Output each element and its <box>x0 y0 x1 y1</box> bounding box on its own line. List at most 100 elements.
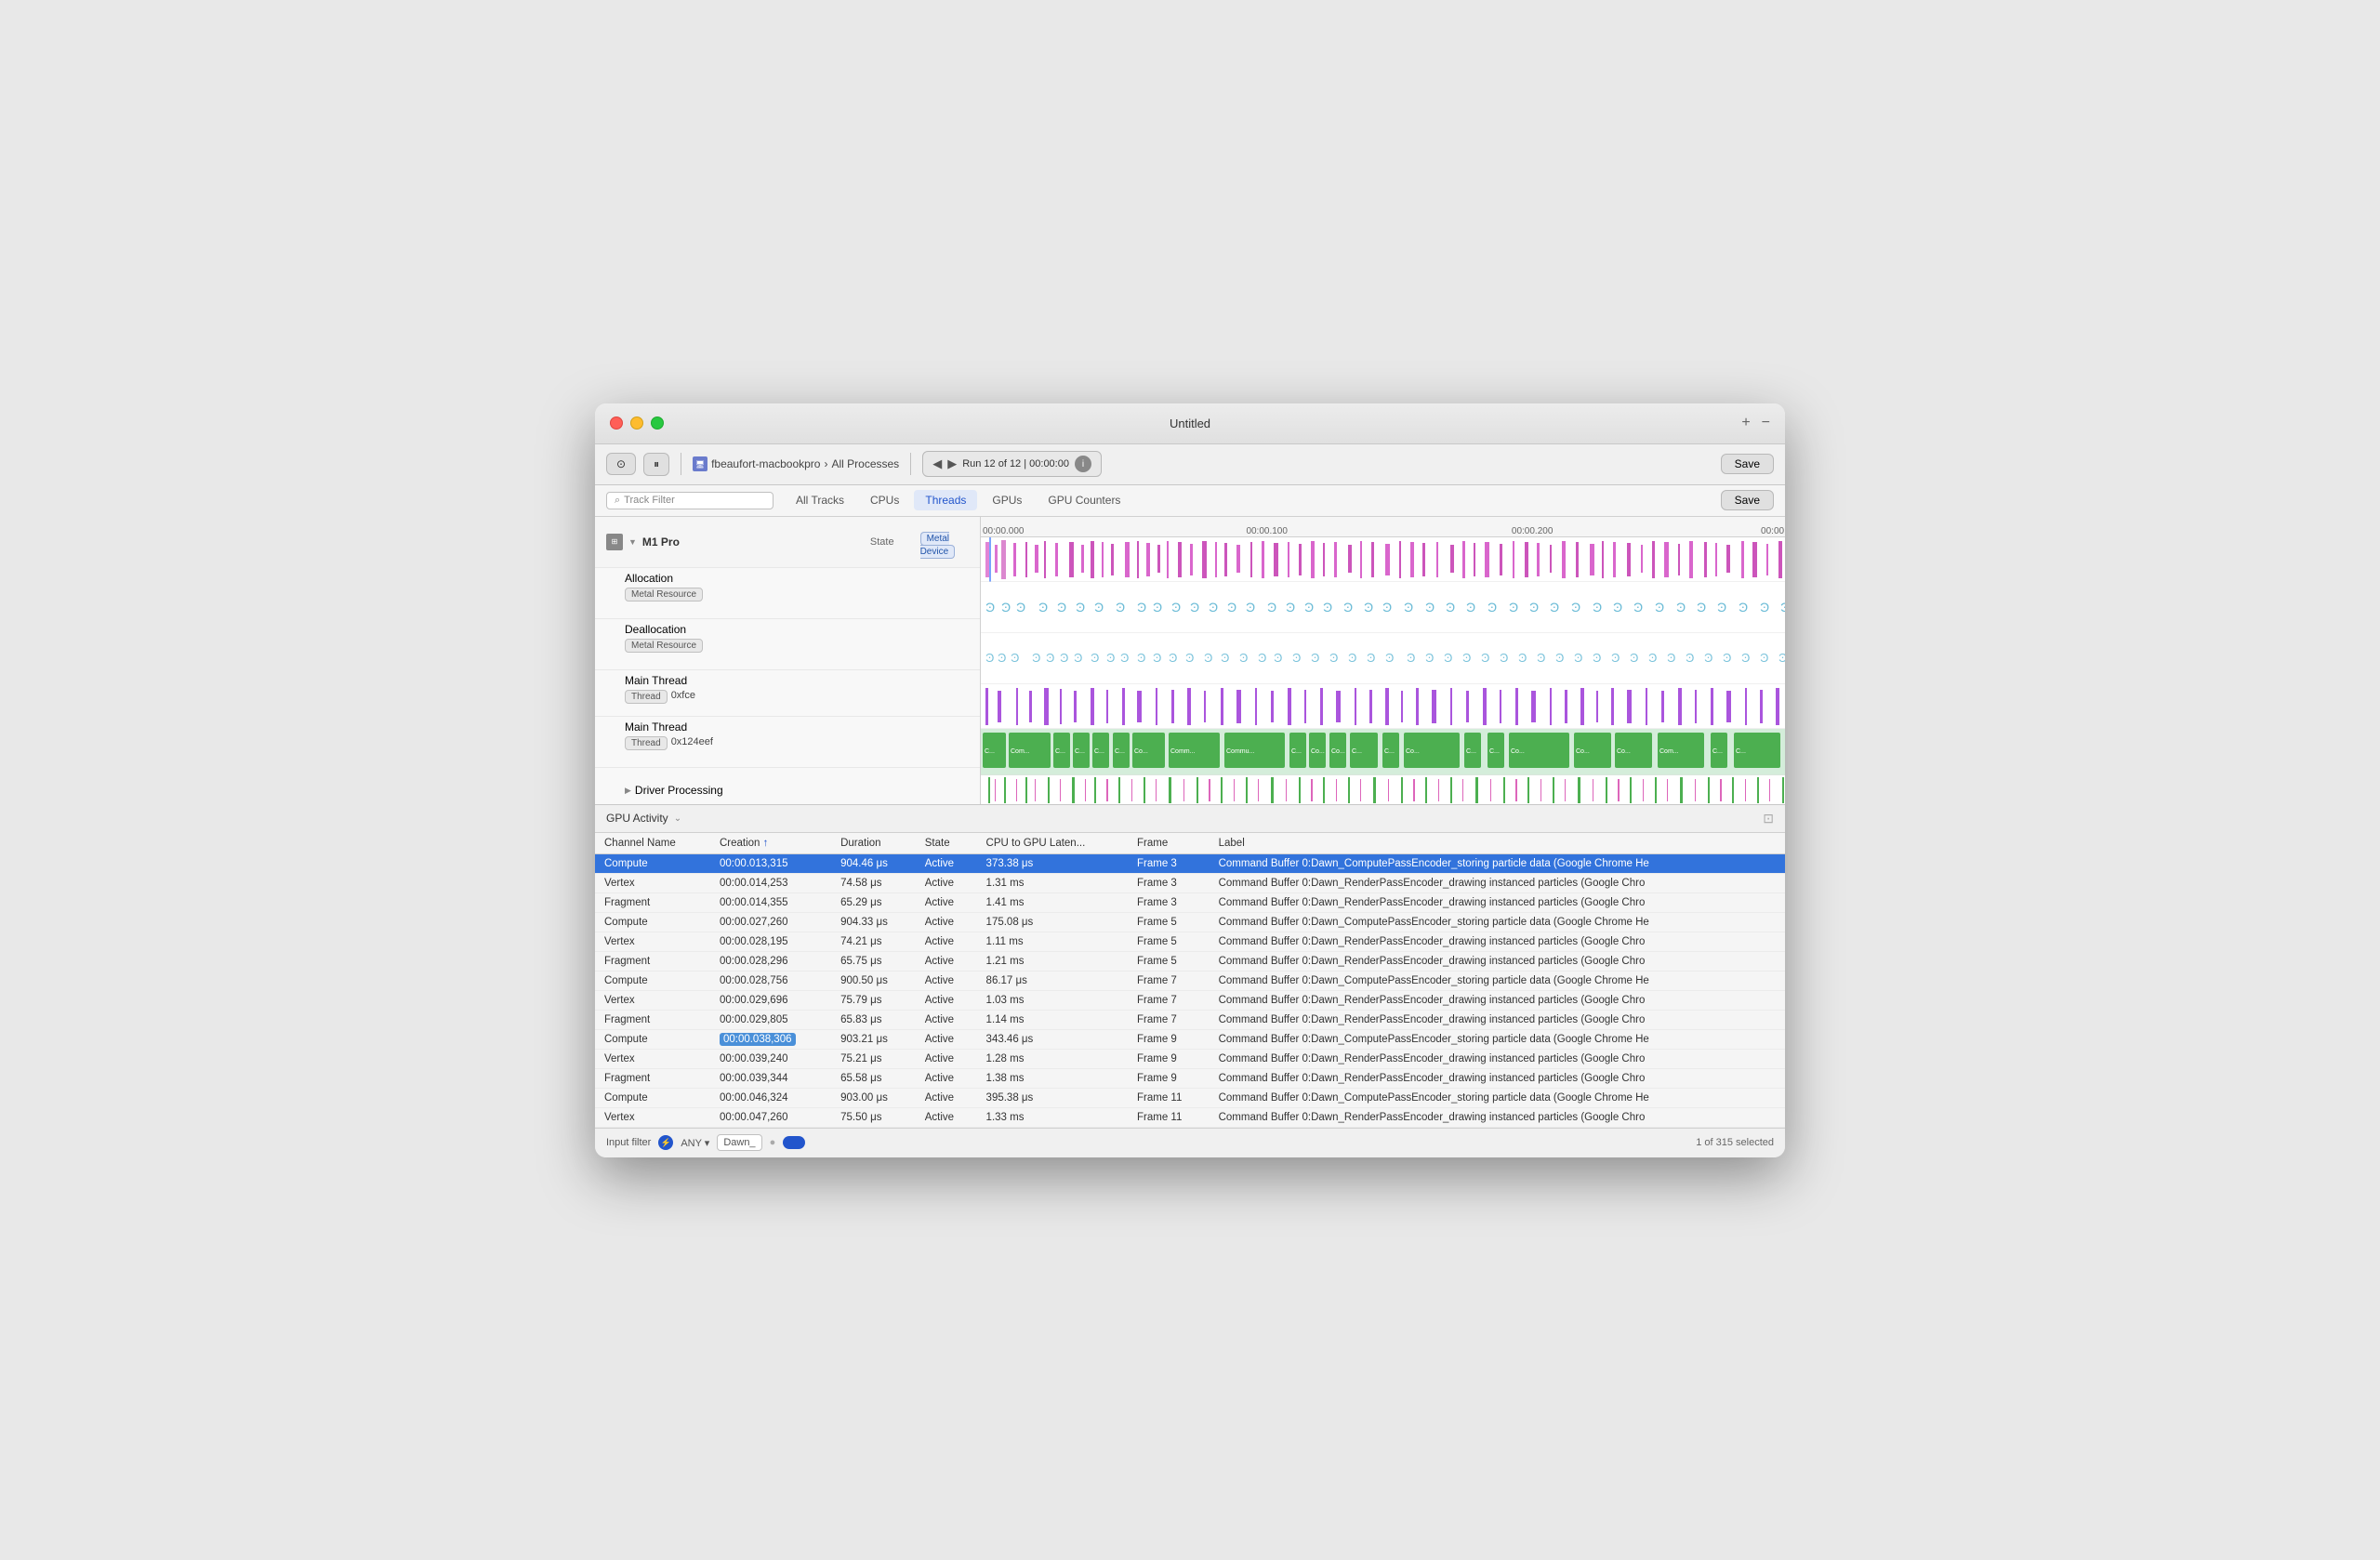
device-icon: 🖥 <box>693 456 707 471</box>
cell-duration: 903.21 μs <box>831 1029 916 1049</box>
gpu-activity-table-container[interactable]: Channel Name Creation Duration State CPU… <box>595 833 1785 1128</box>
svg-text:Ͽ: Ͽ <box>1481 651 1489 665</box>
breadcrumb-sep: › <box>824 457 827 470</box>
cell-label: Command Buffer 0:Dawn_RenderPassEncoder_… <box>1210 932 1785 951</box>
track-allocation-viz: Ͽ Ͽ Ͽ Ͽ Ͽ Ͽ Ͽ Ͽ Ͽ Ͽ Ͽ Ͽ Ͽ Ͽ Ͽ Ͽ Ͽ <box>981 582 1785 633</box>
prev-run-button[interactable]: ◀ <box>932 456 942 471</box>
pause-button[interactable]: ⏸ <box>643 453 669 476</box>
back-button[interactable]: ⊙ <box>606 453 636 475</box>
thread-id-1: 0xfce <box>671 690 695 704</box>
cell-state: Active <box>916 990 977 1010</box>
metal-device-badge: Metal Device <box>920 532 956 559</box>
sidebar-toggle-button[interactable]: − <box>1762 415 1770 431</box>
cell-creation: 00:00.039,240 <box>710 1049 831 1068</box>
save-button[interactable]: Save <box>1721 454 1774 474</box>
cell-cpu_gpu_lat: 1.33 ms <box>977 1107 1128 1127</box>
tab-threads[interactable]: Threads <box>914 490 977 510</box>
track-row-m1pro[interactable]: ⊞ ▼ M1 Pro State Metal Device <box>595 517 980 568</box>
table-row[interactable]: Compute00:00.038,306903.21 μsActive343.4… <box>595 1029 1785 1049</box>
table-row[interactable]: Fragment00:00.028,29665.75 μsActive1.21 … <box>595 951 1785 971</box>
cell-frame: Frame 11 <box>1128 1107 1210 1127</box>
table-row[interactable]: Vertex00:00.029,69675.79 μsActive1.03 ms… <box>595 990 1785 1010</box>
track-filter-input[interactable]: ⌕ Track Filter <box>606 492 774 509</box>
track-row-deallocation[interactable]: Deallocation Metal Resource <box>595 619 980 670</box>
save-button-tab[interactable]: Save <box>1721 490 1774 510</box>
svg-text:Ͽ: Ͽ <box>1323 600 1332 615</box>
svg-text:C...: C... <box>1291 748 1302 755</box>
svg-text:Ͽ: Ͽ <box>1613 600 1622 615</box>
cell-label: Command Buffer 0:Dawn_RenderPassEncoder_… <box>1210 1010 1785 1029</box>
cell-state: Active <box>916 892 977 912</box>
col-cpu-gpu-lat[interactable]: CPU to GPU Laten... <box>977 833 1128 854</box>
svg-text:Ͽ: Ͽ <box>1258 651 1266 665</box>
track-row-allocation[interactable]: Allocation Metal Resource <box>595 568 980 619</box>
svg-text:Ͽ: Ͽ <box>1120 651 1129 665</box>
toggle-switch[interactable] <box>783 1136 805 1149</box>
svg-text:Ͽ: Ͽ <box>1032 651 1040 665</box>
table-row[interactable]: Vertex00:00.028,19574.21 μsActive1.11 ms… <box>595 932 1785 951</box>
table-row[interactable]: Vertex00:00.047,26075.50 μsActive1.33 ms… <box>595 1107 1785 1127</box>
svg-text:Ͽ: Ͽ <box>1760 651 1768 665</box>
cell-cpu_gpu_lat: 1.21 ms <box>977 951 1128 971</box>
table-row[interactable]: Fragment00:00.039,34465.58 μsActive1.38 … <box>595 1068 1785 1088</box>
table-row[interactable]: Vertex00:00.014,25374.58 μsActive1.31 ms… <box>595 873 1785 892</box>
cell-frame: Frame 7 <box>1128 1010 1210 1029</box>
tab-gpus[interactable]: GPUs <box>981 490 1033 510</box>
table-row[interactable]: Compute00:00.013,315904.46 μsActive373.3… <box>595 853 1785 873</box>
svg-text:Ͽ: Ͽ <box>1704 651 1712 665</box>
tab-all-tracks[interactable]: All Tracks <box>785 490 855 510</box>
table-row[interactable]: Compute00:00.028,756900.50 μsActive86.17… <box>595 971 1785 990</box>
track-row-main-thread-1[interactable]: Main Thread Thread 0xfce <box>595 670 980 717</box>
svg-text:Ͽ: Ͽ <box>1011 651 1019 665</box>
cell-cpu_gpu_lat: 175.08 μs <box>977 912 1128 932</box>
col-frame[interactable]: Frame <box>1128 833 1210 854</box>
cell-duration: 65.58 μs <box>831 1068 916 1088</box>
col-channel[interactable]: Channel Name <box>595 833 710 854</box>
filter-badge: ⚡ <box>658 1135 673 1150</box>
cell-cpu_gpu_lat: 1.41 ms <box>977 892 1128 912</box>
add-tab-button[interactable]: + <box>1741 415 1750 431</box>
table-row[interactable]: Compute00:00.046,324903.00 μsActive395.3… <box>595 1088 1785 1107</box>
col-creation[interactable]: Creation <box>710 833 831 854</box>
col-duration[interactable]: Duration <box>831 833 916 854</box>
table-row[interactable]: Fragment00:00.014,35565.29 μsActive1.41 … <box>595 892 1785 912</box>
svg-text:Ͽ: Ͽ <box>1466 600 1475 615</box>
table-row[interactable]: Fragment00:00.029,80565.83 μsActive1.14 … <box>595 1010 1785 1029</box>
tab-gpu-counters[interactable]: GPU Counters <box>1037 490 1131 510</box>
cell-frame: Frame 3 <box>1128 892 1210 912</box>
close-button[interactable] <box>610 416 623 430</box>
track-row-main-thread-2[interactable]: Main Thread Thread 0x124eef <box>595 717 980 768</box>
cell-creation: 00:00.039,344 <box>710 1068 831 1088</box>
cell-label: Command Buffer 0:Dawn_RenderPassEncoder_… <box>1210 1068 1785 1088</box>
resize-handle[interactable]: ⊡ <box>1763 811 1774 826</box>
toolbar: ⊙ ⏸ 🖥 fbeaufort-macbookpro › All Process… <box>595 444 1785 485</box>
svg-text:Co...: Co... <box>1311 748 1325 755</box>
cell-duration: 904.33 μs <box>831 912 916 932</box>
any-label: ANY ▾ <box>681 1137 709 1149</box>
cell-cpu_gpu_lat: 373.38 μs <box>977 853 1128 873</box>
minimize-button[interactable] <box>630 416 643 430</box>
cell-duration: 904.46 μs <box>831 853 916 873</box>
track-row-driver-processing[interactable]: ▶ Driver Processing <box>595 768 980 804</box>
cell-creation: 00:00.028,296 <box>710 951 831 971</box>
pause-icon: ⏸ <box>654 457 659 471</box>
svg-text:Ͽ: Ͽ <box>1630 651 1638 665</box>
play-run-button[interactable]: ▶ <box>947 456 957 471</box>
table-row[interactable]: Compute00:00.027,260904.33 μsActive175.0… <box>595 912 1785 932</box>
col-state[interactable]: State <box>916 833 977 854</box>
cell-frame: Frame 7 <box>1128 971 1210 990</box>
tab-cpus[interactable]: CPUs <box>859 490 910 510</box>
filter-input[interactable]: Dawn_ <box>717 1134 761 1151</box>
svg-text:Comm...: Comm... <box>1170 748 1196 755</box>
cell-channel: Compute <box>595 912 710 932</box>
info-button[interactable]: i <box>1075 456 1091 472</box>
cell-cpu_gpu_lat: 343.46 μs <box>977 1029 1128 1049</box>
col-label[interactable]: Label <box>1210 833 1785 854</box>
svg-text:Ͽ: Ͽ <box>1446 600 1455 615</box>
gpu-activity-expand-icon[interactable]: ⌄ <box>674 813 681 824</box>
svg-text:Ͽ: Ͽ <box>1385 651 1394 665</box>
table-row[interactable]: Vertex00:00.039,24075.21 μsActive1.28 ms… <box>595 1049 1785 1068</box>
maximize-button[interactable] <box>651 416 664 430</box>
cell-channel: Compute <box>595 1029 710 1049</box>
cell-creation: 00:00.013,315 <box>710 853 831 873</box>
